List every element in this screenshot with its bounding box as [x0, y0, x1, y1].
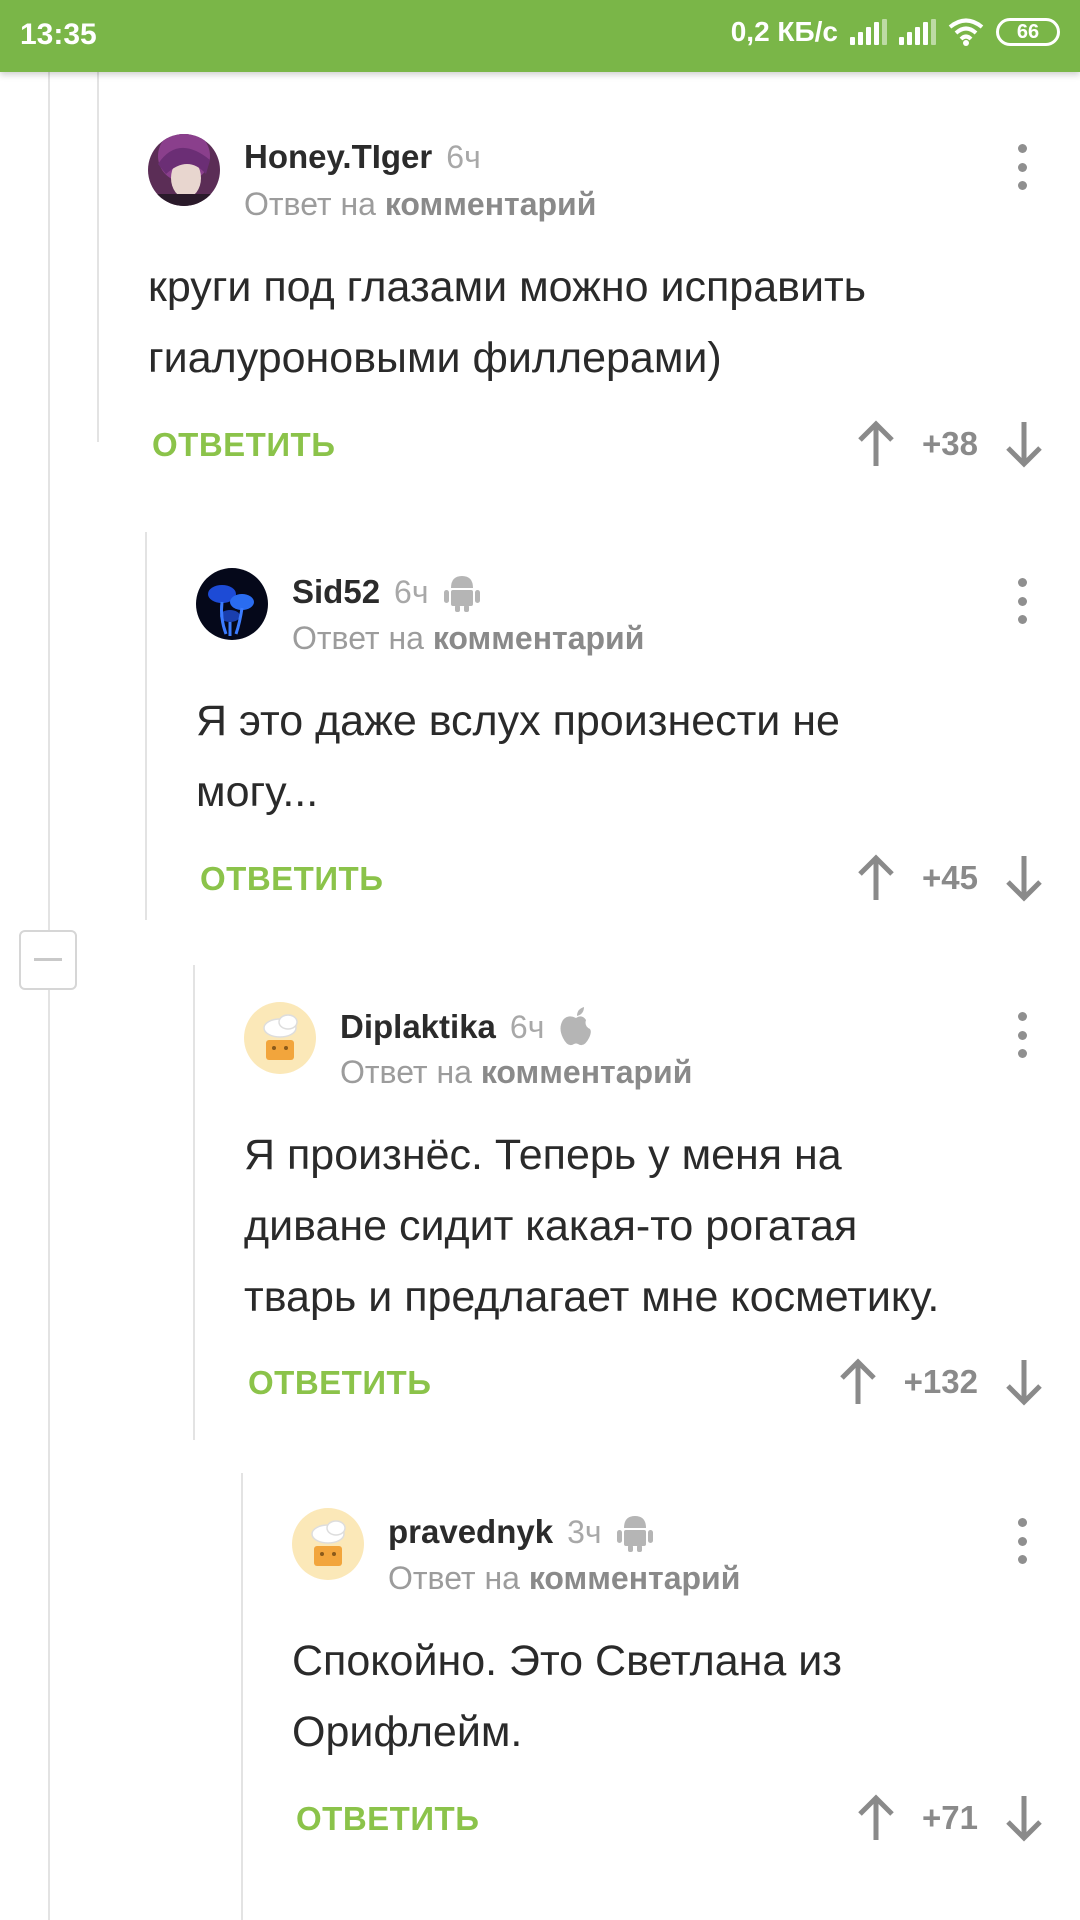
reply-button[interactable]: ОТВЕТИТЬ — [296, 1800, 479, 1838]
upvote-icon[interactable] — [856, 1794, 896, 1842]
comment-time: 6ч — [446, 138, 481, 175]
reply-to-link[interactable]: комментарий — [385, 186, 597, 222]
reply-button[interactable]: ОТВЕТИТЬ — [200, 860, 383, 898]
reply-to: Ответ на комментарий — [244, 186, 596, 223]
comment-time: 3ч — [567, 1513, 602, 1550]
android-icon — [616, 1512, 654, 1552]
thread-rail — [241, 1473, 243, 1920]
avatar[interactable] — [196, 568, 268, 640]
vote-controls: +38 — [856, 416, 1044, 472]
android-icon — [443, 572, 481, 612]
comment-actions: ОТВЕТИТЬ +45 — [196, 850, 1080, 910]
vote-score: +132 — [903, 1363, 978, 1400]
comment-header: Sid52 6ч — [292, 572, 481, 612]
comment-text-line: диване сидит какая-то рогатая — [244, 1202, 858, 1250]
comment-text: Спокойно. Это Светлана из Орифлейм. — [292, 1626, 842, 1768]
reply-to-link[interactable]: комментарий — [529, 1560, 741, 1596]
downvote-icon[interactable] — [1004, 1794, 1044, 1842]
comment-time: 6ч — [394, 573, 429, 610]
comment-text-line: Я произнёс. Теперь у меня на — [244, 1131, 842, 1179]
downvote-icon[interactable] — [1004, 420, 1044, 468]
reply-to-link[interactable]: комментарий — [433, 620, 645, 656]
comment: Diplaktika 6ч Ответ на комментарий Я про… — [244, 1002, 1080, 1412]
reply-to: Ответ на комментарий — [292, 620, 644, 657]
status-bar: 13:35 0,2 КБ/с 66 — [0, 0, 1080, 72]
signal-icon-2 — [899, 19, 936, 45]
avatar[interactable] — [148, 134, 220, 206]
reply-to-prefix: Ответ на — [388, 1560, 520, 1596]
comment-header: Diplaktika 6ч — [340, 1006, 594, 1048]
comment-actions: ОТВЕТИТЬ +38 — [148, 416, 1080, 476]
thread-rail — [97, 72, 99, 442]
vote-controls: +132 — [838, 1354, 1044, 1410]
downvote-icon[interactable] — [1004, 1358, 1044, 1406]
upvote-icon[interactable] — [856, 420, 896, 468]
battery-icon: 66 — [996, 18, 1060, 46]
comment-text: Я произнёс. Теперь у меня на диване сиди… — [244, 1120, 939, 1333]
comment-text-line: тварь и предлагает мне косметику. — [244, 1273, 940, 1321]
vote-controls: +71 — [856, 1790, 1044, 1846]
author-name[interactable]: Diplaktika — [340, 1008, 496, 1046]
reply-to: Ответ на комментарий — [388, 1560, 740, 1597]
reply-button[interactable]: ОТВЕТИТЬ — [152, 426, 335, 464]
reply-button[interactable]: ОТВЕТИТЬ — [248, 1364, 431, 1402]
comment-text: круги под глазами можно исправить гиалур… — [148, 252, 866, 394]
comment-time: 6ч — [509, 1008, 545, 1045]
comment-text-line: круги под глазами можно исправить — [148, 263, 867, 311]
comment-text-line: гиалуроновыми филлерами) — [148, 334, 722, 382]
upvote-icon[interactable] — [838, 1358, 878, 1406]
comment-actions: ОТВЕТИТЬ +132 — [244, 1354, 1080, 1414]
status-time: 13:35 — [20, 18, 97, 51]
reply-to-prefix: Ответ на — [340, 1054, 472, 1090]
thread-rail — [48, 72, 50, 1920]
reply-to-prefix: Ответ на — [292, 620, 424, 656]
comment-actions: ОТВЕТИТЬ +71 — [292, 1790, 1080, 1850]
author-name[interactable]: Honey.TIger — [244, 138, 432, 176]
more-menu-icon[interactable] — [1012, 1012, 1032, 1058]
signal-icon — [850, 19, 887, 45]
comment-text-line: могу... — [196, 768, 319, 816]
comment-text-line: Спокойно. Это Светлана из — [292, 1637, 843, 1685]
vote-score: +45 — [922, 859, 978, 896]
thread-rail — [193, 965, 195, 1440]
upvote-icon[interactable] — [856, 854, 896, 902]
vote-score: +38 — [922, 425, 978, 462]
network-speed: 0,2 КБ/с — [730, 16, 838, 47]
collapse-thread-button[interactable] — [19, 930, 77, 990]
comment: Honey.TIger 6ч Ответ на комментарий круг… — [148, 134, 1080, 474]
reply-to-prefix: Ответ на — [244, 186, 376, 222]
apple-icon — [558, 1006, 594, 1048]
more-menu-icon[interactable] — [1012, 144, 1032, 190]
reply-to-link[interactable]: комментарий — [481, 1054, 693, 1090]
vote-score: +71 — [922, 1799, 978, 1836]
comment-text-line: Орифлейм. — [292, 1708, 523, 1756]
author-name[interactable]: Sid52 — [292, 573, 380, 611]
comment-text-line: Я это даже вслух произнести не — [196, 697, 840, 745]
author-name[interactable]: pravednyk — [388, 1513, 553, 1551]
thread-rail — [145, 532, 147, 920]
avatar[interactable] — [292, 1508, 364, 1580]
reply-to: Ответ на комментарий — [340, 1054, 692, 1091]
comment-header: Honey.TIger 6ч — [244, 138, 481, 176]
downvote-icon[interactable] — [1004, 854, 1044, 902]
vote-controls: +45 — [856, 850, 1044, 906]
comment: pravednyk 3ч Ответ на комментарий Спокой… — [292, 1508, 1080, 1848]
comment: Sid52 6ч Ответ на комментарий Я это даже… — [196, 568, 1080, 908]
comment-text: Я это даже вслух произнести не могу... — [196, 686, 840, 828]
more-menu-icon[interactable] — [1012, 578, 1032, 624]
comment-header: pravednyk 3ч — [388, 1512, 654, 1552]
wifi-icon — [948, 18, 984, 46]
more-menu-icon[interactable] — [1012, 1518, 1032, 1564]
avatar[interactable] — [244, 1002, 316, 1074]
